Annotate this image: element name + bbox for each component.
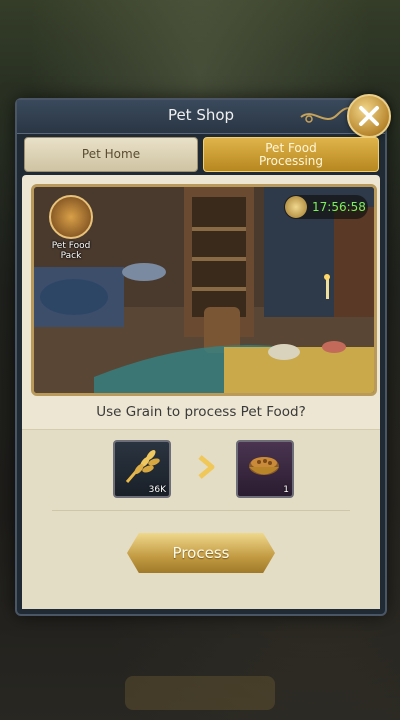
process-button-label: Process (172, 544, 230, 562)
pet-food-pack[interactable]: Pet Food Pack (40, 195, 102, 261)
pet-food-output-slot[interactable]: 1 (236, 440, 294, 498)
pet-food-bowl-icon (249, 457, 279, 475)
process-question: Use Grain to process Pet Food? (96, 404, 306, 420)
scroll-icon (285, 196, 307, 218)
dialog-body: Pet Food Pack 17:56:58 Use Grain to proc… (22, 175, 380, 609)
tab-pet-home-label: Pet Home (81, 147, 141, 161)
tab-pet-food-processing[interactable]: Pet Food Processing (203, 137, 379, 172)
timer-countdown: 17:56:58 (312, 200, 366, 214)
pet-shop-dialog: Pet Shop Pet Home Pet Food Processing Pe… (15, 94, 391, 616)
shop-scene-illustration: Pet Food Pack 17:56:58 (31, 184, 377, 396)
dialog-header: Pet Shop (17, 94, 391, 138)
treasure-chest-icon (49, 195, 93, 239)
arrow-right-icon (198, 455, 215, 479)
tab-pet-food-processing-label: Pet Food Processing (258, 140, 324, 168)
grain-count: 36K (148, 485, 166, 495)
timer-badge: 17:56:58 (284, 195, 368, 219)
close-button[interactable] (347, 94, 391, 138)
pet-food-pack-label: Pet Food Pack (51, 241, 91, 261)
grain-icon (125, 450, 160, 483)
pet-food-count: 1 (283, 485, 289, 495)
background-blurred-button (125, 676, 275, 710)
grain-input-slot[interactable]: 36K (113, 440, 171, 498)
process-button[interactable]: Process (127, 533, 275, 573)
close-icon (359, 106, 379, 126)
divider (52, 510, 350, 511)
tab-pet-home[interactable]: Pet Home (24, 137, 198, 172)
